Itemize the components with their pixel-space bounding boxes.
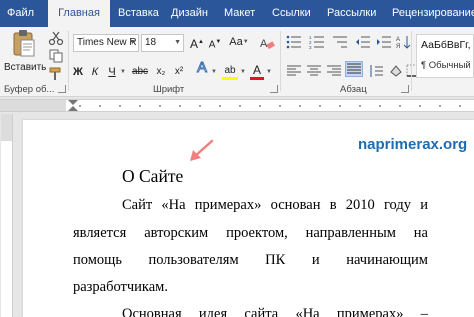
group-separator [68, 31, 69, 91]
svg-text:A: A [396, 37, 400, 43]
italic-button[interactable]: К [89, 64, 101, 80]
sort-icon[interactable]: A Я [396, 35, 412, 49]
format-painter-icon[interactable] [48, 67, 64, 81]
tab-insert[interactable]: Вставка [118, 0, 159, 27]
clipboard-group-label: Буфер об... [4, 84, 55, 95]
tab-mailings[interactable]: Рассылки [327, 0, 376, 27]
horizontal-ruler-area [0, 97, 474, 114]
font-dialog-launcher[interactable] [270, 85, 278, 93]
increase-indent-icon[interactable] [376, 35, 392, 49]
change-case-button[interactable]: Aa▼ [228, 34, 250, 50]
align-right-icon[interactable] [326, 64, 342, 78]
chevron-down-icon: ▼ [129, 39, 136, 46]
paragraph-line: помощь пользователям ПК и начинающим [73, 252, 428, 268]
paragraph-line: разработчикам. [73, 279, 168, 295]
indent-marker-icon[interactable] [68, 100, 78, 111]
font-color-button[interactable]: A [250, 64, 264, 80]
svg-text:3: 3 [309, 45, 312, 49]
multilevel-list-icon[interactable] [332, 35, 348, 49]
subscript-button[interactable]: x₂ [153, 64, 169, 80]
shading-icon[interactable] [388, 64, 404, 78]
tab-references[interactable]: Ссылки [272, 0, 311, 27]
grow-font-button[interactable]: A▲ [190, 34, 204, 51]
numbering-icon[interactable]: 1 2 3 [309, 35, 325, 49]
decrease-indent-icon[interactable] [355, 35, 371, 49]
ribbon-tab-bar: Файл Главная Вставка Дизайн Макет Ссылки… [0, 0, 474, 27]
tab-design[interactable]: Дизайн [171, 0, 208, 27]
underline-button[interactable]: Ч [106, 64, 118, 80]
font-size-value: 18 [145, 37, 157, 48]
paragraph-line: Основная идея сайта «На примерах» – [122, 306, 428, 317]
vertical-ruler[interactable] [1, 114, 13, 317]
font-family-value: Times New R [77, 37, 137, 48]
bullets-icon[interactable] [286, 35, 302, 49]
horizontal-ruler[interactable] [0, 99, 474, 112]
vertical-ruler-margin [1, 114, 12, 141]
svg-text:Я: Я [396, 44, 400, 49]
paragraph-dialog-launcher[interactable] [401, 85, 409, 93]
style-normal[interactable]: АаБбВвГг, ¶ Обычный [416, 34, 474, 78]
strikethrough-button[interactable]: abc [130, 64, 150, 80]
font-color-dropdown[interactable]: ▼ [265, 64, 273, 80]
paste-button[interactable]: Вставить [4, 29, 47, 79]
underline-dropdown[interactable]: ▼ [119, 64, 127, 80]
paragraph-line: является авторским проектом, направленным на [73, 225, 428, 241]
font-group-label: Шрифт [153, 84, 185, 95]
highlight-button[interactable]: ab [222, 64, 238, 80]
align-center-icon[interactable] [306, 64, 322, 78]
document-heading: О Сайте [122, 166, 184, 186]
style-sample-text: АаБбВвГг, [421, 39, 471, 51]
tab-review[interactable]: Рецензирование [392, 0, 474, 27]
line-spacing-icon[interactable] [368, 64, 384, 78]
text-effects-button[interactable]: A [195, 59, 209, 76]
cut-icon[interactable] [48, 31, 64, 45]
ribbon: Вставить Буфер об... Times New R ▼ 18 ▼ … [0, 27, 474, 97]
clear-formatting-icon[interactable]: A [259, 36, 275, 50]
paragraph-line: Сайт «На примерах» основан в 2010 году и [122, 197, 428, 213]
clipboard-dialog-launcher[interactable] [58, 85, 66, 93]
grow-font-icon: A [190, 37, 199, 51]
document-area: naprimerax.org О Сайте Сайт «На примерах» о… [0, 114, 474, 317]
font-size-combo[interactable]: 18 ▼ [141, 34, 184, 52]
justify-icon[interactable] [345, 61, 363, 77]
change-case-icon: Aa [229, 36, 243, 48]
align-left-icon[interactable] [286, 64, 302, 78]
tab-file[interactable]: Файл [7, 0, 34, 27]
group-separator [411, 31, 412, 91]
group-separator [280, 31, 281, 91]
paste-icon [13, 30, 35, 57]
tab-layout[interactable]: Макет [224, 0, 255, 27]
paste-label: Вставить [4, 62, 47, 73]
document-page[interactable]: naprimerax.org О Сайте Сайт «На примерах» о… [23, 120, 474, 317]
highlight-dropdown[interactable]: ▼ [239, 64, 247, 80]
font-family-combo[interactable]: Times New R ▼ [73, 34, 139, 52]
shrink-font-button[interactable]: A▼ [208, 34, 222, 50]
tab-home[interactable]: Главная [48, 0, 110, 27]
bold-button[interactable]: Ж [72, 64, 84, 80]
svg-text:A: A [260, 38, 268, 50]
watermark: naprimerax.org [358, 136, 468, 153]
text-effects-dropdown[interactable]: ▼ [210, 64, 218, 80]
copy-icon[interactable] [48, 49, 64, 63]
superscript-button[interactable]: x² [171, 64, 187, 80]
paragraph-group-label: Абзац [340, 84, 367, 95]
pointer-arrow-icon [190, 139, 214, 161]
style-name: ¶ Обычный [421, 60, 471, 71]
chevron-down-icon: ▼ [174, 39, 181, 46]
